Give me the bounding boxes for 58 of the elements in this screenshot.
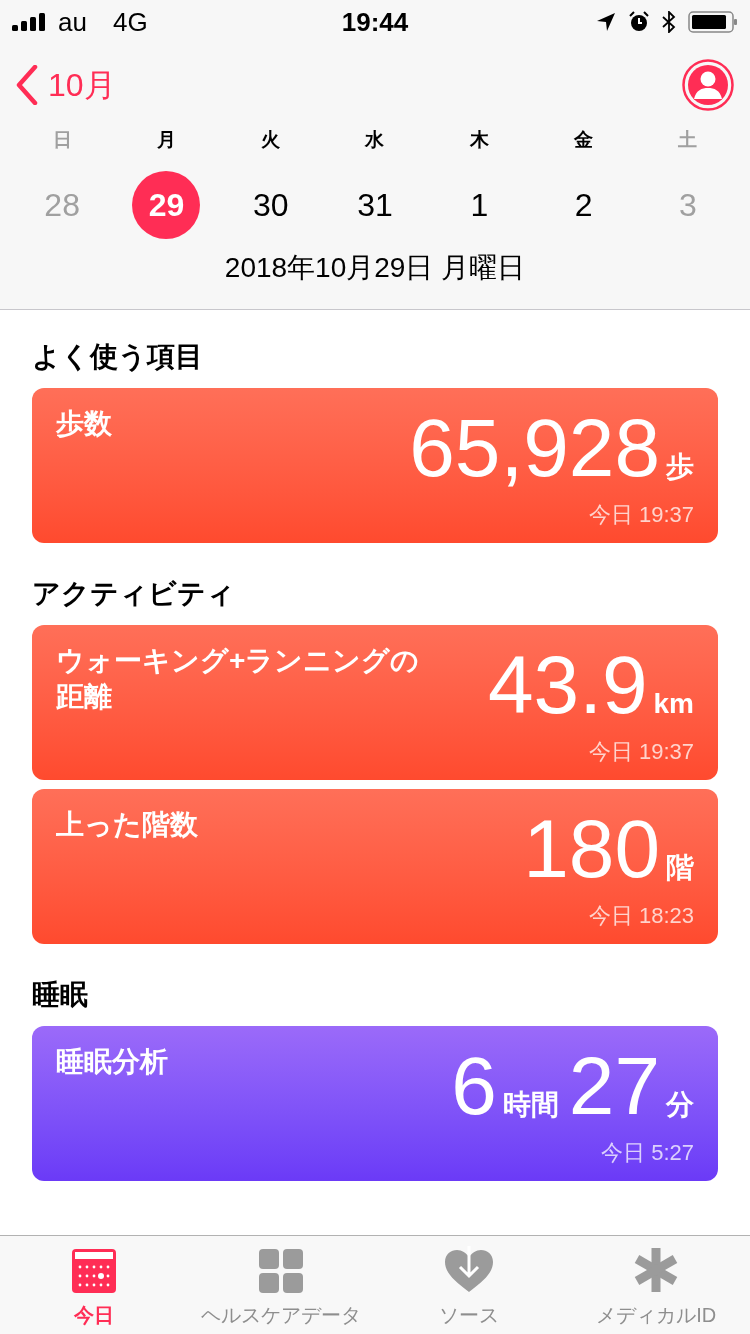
metric-value: 27 xyxy=(568,1039,660,1132)
metric-title: ウォーキング+ランニングの距離 xyxy=(56,643,421,714)
metric-card[interactable]: 歩数 65,928 歩 今日 19:37 xyxy=(32,387,718,543)
metric-value: 65,928 xyxy=(409,401,660,494)
date-button[interactable]: 31 xyxy=(341,170,409,239)
grid-icon xyxy=(258,1248,305,1294)
tab-bar-item[interactable]: 今日 xyxy=(0,1236,188,1334)
section-title: よく使う項目 xyxy=(32,339,204,374)
profile-icon[interactable] xyxy=(682,59,734,111)
battery-icon xyxy=(688,11,738,33)
date-button[interactable]: 29 xyxy=(132,170,201,239)
date-button[interactable]: 2 xyxy=(549,170,618,239)
date-button[interactable]: 1 xyxy=(445,170,514,239)
tab-bar-item[interactable]: ヘルスケアデータ xyxy=(187,1236,375,1334)
date-button[interactable]: 3 xyxy=(653,170,722,239)
metric-unit: 時間 xyxy=(502,1087,559,1122)
status-time: 19:44 xyxy=(341,5,409,39)
metric-value: 180 xyxy=(523,802,660,895)
metric-time: 今日 18:23 xyxy=(588,901,694,930)
heart-download-icon xyxy=(442,1246,495,1294)
metric-unit: km xyxy=(653,686,694,721)
bluetooth-icon xyxy=(662,11,676,33)
metric-time: 今日 19:37 xyxy=(588,500,694,529)
tab-bar-item[interactable]: メディカルID xyxy=(562,1236,750,1334)
metric-card[interactable]: 睡眠分析 6 時間 27 分 今日 5:27 xyxy=(32,1025,718,1181)
metric-time: 今日 19:37 xyxy=(588,737,694,766)
section-title: 睡眠 xyxy=(32,977,89,1012)
back-button[interactable]: 10月 xyxy=(16,61,116,109)
weekday-label: 日 xyxy=(52,128,72,152)
metric-card[interactable]: 上った階数 180 階 今日 18:23 xyxy=(32,788,718,944)
calendar-icon xyxy=(70,1248,117,1294)
metric-value: 43.9 xyxy=(487,638,648,731)
weekday-label: 水 xyxy=(365,128,385,152)
metric-card[interactable]: ウォーキング+ランニングの距離 43.9 km 今日 19:37 xyxy=(32,624,718,780)
date-button[interactable]: 28 xyxy=(28,170,97,239)
metric-title: 睡眠分析 xyxy=(56,1044,169,1079)
metric-unit: 歩 xyxy=(666,449,694,484)
weekday-label: 金 xyxy=(574,128,594,152)
signal-icon xyxy=(12,13,46,31)
metric-unit: 分 xyxy=(666,1087,694,1122)
tab-bar-item[interactable]: ソース xyxy=(375,1236,563,1334)
weekday-label: 土 xyxy=(678,128,698,152)
weekday-label: 火 xyxy=(261,128,281,152)
date-button[interactable]: 30 xyxy=(236,170,305,239)
selected-date: 2018年10月29日 月曜日 xyxy=(223,250,527,285)
weekday-label: 木 xyxy=(469,128,489,152)
metric-time: 今日 5:27 xyxy=(601,1138,694,1167)
metric-title: 歩数 xyxy=(56,406,113,441)
weekday-label: 月 xyxy=(156,128,176,152)
location-arrow-icon xyxy=(596,12,616,32)
metric-title: 上った階数 xyxy=(56,807,199,842)
metric-value: 6 xyxy=(451,1039,497,1132)
alarm-clock-icon xyxy=(628,11,650,33)
carrier-name: au xyxy=(58,5,87,39)
metric-unit: 階 xyxy=(666,850,694,885)
network-type: 4G xyxy=(112,5,148,39)
chevron-left-icon xyxy=(16,65,38,105)
section-title: アクティビティ xyxy=(32,576,236,611)
